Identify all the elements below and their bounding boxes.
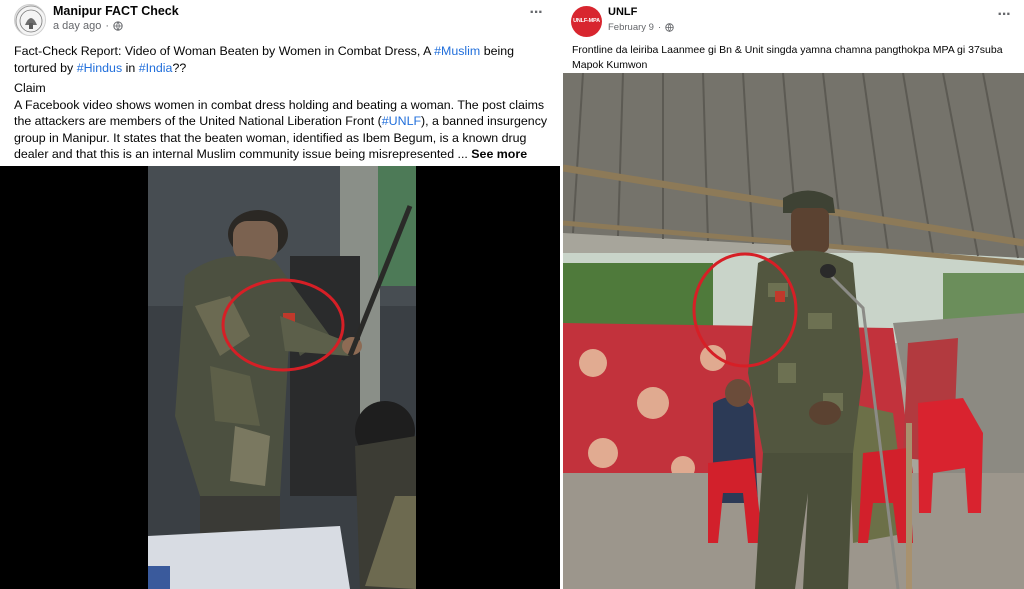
avatar-logo-text: UNLF-MPA (573, 18, 600, 24)
title-text: in (122, 60, 139, 75)
page-avatar[interactable]: UNLF-MPA (571, 6, 602, 37)
meta-separator: · (657, 22, 662, 33)
title-text: ?? (172, 60, 187, 75)
claim-text: A Facebook video shows women in combat d… (14, 97, 550, 163)
page-name[interactable]: UNLF (608, 6, 637, 18)
post-timestamp[interactable]: February 9 (608, 22, 654, 33)
post-meta: a day ago · (53, 20, 123, 32)
meta-separator: · (105, 20, 109, 32)
globe-icon[interactable] (113, 20, 123, 32)
post-video[interactable] (0, 166, 560, 589)
hashtag-unlf[interactable]: #UNLF (382, 114, 421, 128)
right-facebook-post: UNLF-MPA UNLF February 9 · ··· Frontline… (563, 0, 1024, 589)
page-avatar[interactable] (14, 4, 46, 36)
post-title: Fact-Check Report: Video of Woman Beaten… (14, 43, 550, 76)
post-photo[interactable] (563, 73, 1024, 589)
hashtag-india[interactable]: #India (139, 61, 173, 75)
ellipsis-icon[interactable]: ··· (525, 5, 547, 22)
hashtag-hindus[interactable]: #Hindus (77, 61, 122, 75)
left-post-header: Manipur FACT Check a day ago · ··· (0, 0, 560, 40)
video-frame (0, 166, 560, 589)
see-more-link[interactable]: See more (471, 147, 527, 161)
seal-icon (15, 5, 45, 35)
photo-scene (563, 73, 1024, 589)
page-name[interactable]: Manipur FACT Check (53, 4, 179, 18)
post-caption: Frontline da leiriba Laanmee gi Bn & Uni… (572, 44, 1003, 71)
hashtag-muslim[interactable]: #Muslim (434, 44, 480, 58)
post-meta: February 9 · (608, 22, 674, 33)
left-facebook-post: Manipur FACT Check a day ago · ··· Fact-… (0, 0, 560, 589)
post-timestamp[interactable]: a day ago (53, 20, 101, 32)
ellipsis-icon[interactable]: ··· (993, 7, 1015, 24)
claim-heading: Claim (14, 81, 46, 95)
globe-icon[interactable] (665, 22, 674, 33)
post-text: Fact-Check Report: Video of Woman Beaten… (14, 43, 550, 163)
title-text: Fact-Check Report: Video of Woman Beaten… (14, 44, 435, 58)
